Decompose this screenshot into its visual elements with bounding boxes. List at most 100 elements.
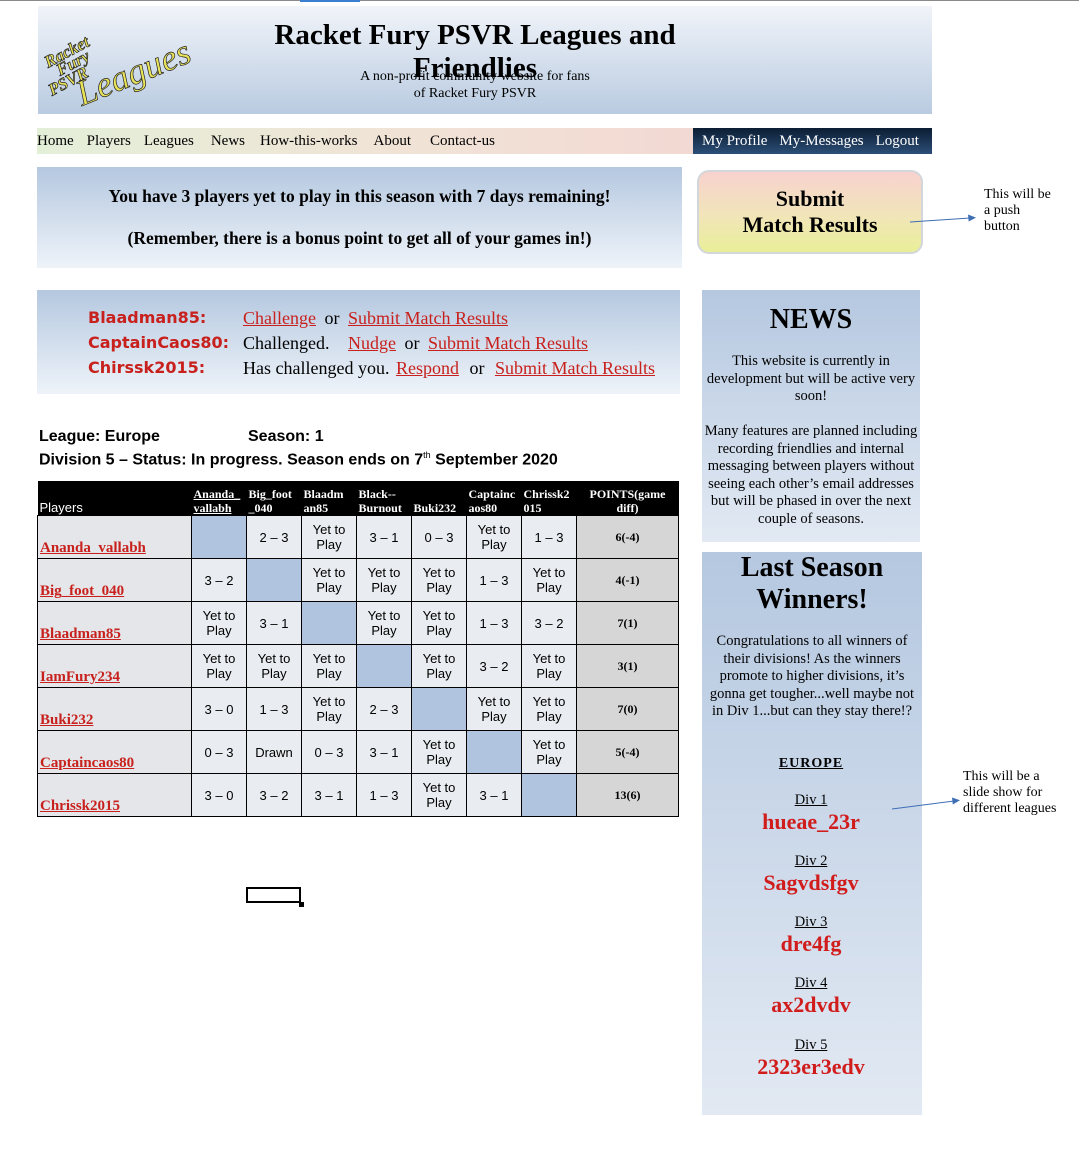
division-status: Division 5 – Status: In progress. Season… bbox=[39, 446, 558, 469]
result-cell: Yet to Play bbox=[521, 687, 577, 731]
player-name-link[interactable]: Ananda_vallabh bbox=[37, 515, 192, 559]
result-cell: Yet to Play bbox=[301, 644, 357, 688]
result-cell: 3 – 1 bbox=[356, 515, 412, 559]
result-cell: Yet to Play bbox=[191, 601, 247, 645]
result-cell: Yet to Play bbox=[356, 601, 412, 645]
division-label: Div 2 bbox=[794, 853, 828, 869]
annotation-slideshow-line1: This will be a bbox=[963, 769, 1040, 784]
result-cell: 3 – 1 bbox=[301, 773, 357, 817]
result-cell: Yet to Play bbox=[246, 644, 302, 688]
news-panel: NEWS This website is currently in develo… bbox=[702, 290, 920, 542]
result-cell: 1 – 3 bbox=[466, 601, 522, 645]
table-row: Blaadman85 Yet to Play 3 – 1 Yet to Play Yet… bbox=[37, 601, 679, 645]
self-match-cell bbox=[191, 515, 247, 559]
news-paragraph: This website is currently in development… bbox=[706, 353, 916, 404]
user-nav: My Profile My-Messages Logout bbox=[693, 128, 932, 154]
column-header: Chrissk2 015 bbox=[521, 481, 577, 516]
challenge-player-name[interactable]: CaptainCaos80: bbox=[88, 333, 229, 352]
division-winner[interactable]: ax2dvdv bbox=[702, 992, 920, 1018]
nav-leagues[interactable]: Leagues bbox=[144, 133, 194, 150]
nav-news[interactable]: News bbox=[211, 133, 245, 150]
table-row: Buki232 3 – 01 – 3 Yet to Play 2 – 3 Yet to … bbox=[37, 687, 679, 731]
challenge-player-name[interactable]: Blaadman85: bbox=[88, 308, 206, 327]
news-paragraph: Many features are planned including reco… bbox=[704, 423, 918, 527]
division-winner[interactable]: 2323er3edv bbox=[702, 1054, 920, 1080]
player-name-link[interactable]: Captaincaos80 bbox=[37, 730, 192, 774]
challenge-player-name[interactable]: Chirssk2015: bbox=[88, 358, 205, 377]
self-match-cell bbox=[356, 644, 412, 688]
result-cell: 0 – 3 bbox=[191, 730, 247, 774]
division-status-text: Division 5 – Status: In progress. Season… bbox=[39, 451, 424, 469]
nudge-link[interactable]: Nudge bbox=[348, 333, 396, 353]
nav-my-profile[interactable]: My Profile bbox=[702, 133, 767, 150]
result-cell: Yet to Play bbox=[301, 687, 357, 731]
respond-link[interactable]: Respond bbox=[396, 358, 459, 378]
result-cell: 2 – 3 bbox=[246, 515, 302, 559]
result-cell: 3 – 0 bbox=[191, 687, 247, 731]
nav-players[interactable]: Players bbox=[87, 133, 131, 150]
player-name-link[interactable]: Blaadman85 bbox=[37, 601, 192, 645]
site-header: Racket Fury PSVR Leagues Racket Fury PSV… bbox=[38, 6, 932, 114]
division-winner[interactable]: hueae_23r bbox=[702, 809, 920, 835]
winners-region[interactable]: EUROPE bbox=[702, 756, 920, 772]
winners-title-line1: Last Season bbox=[740, 552, 884, 583]
notice-line-2: (Remember, there is a bonus point to get… bbox=[127, 228, 592, 248]
column-header-players: Players bbox=[37, 481, 192, 516]
division-label: Div 4 bbox=[794, 975, 828, 991]
submit-match-results-button[interactable]: Submit Match Results bbox=[697, 170, 923, 254]
annotation-push-line2: a push bbox=[984, 203, 1021, 218]
result-cell: Yet to Play bbox=[301, 558, 357, 602]
challenge-row: Challenged. Nudge or Submit Match Result… bbox=[243, 333, 588, 354]
division-label: Div 5 bbox=[794, 1037, 828, 1053]
player-name-link[interactable]: Big_foot_040 bbox=[37, 558, 192, 602]
challenge-row: Challenge or Submit Match Results bbox=[243, 308, 508, 329]
result-cell: Drawn bbox=[246, 730, 302, 774]
result-cell: Yet to Play bbox=[521, 558, 577, 602]
result-cell: Yet to Play bbox=[356, 558, 412, 602]
result-cell: Yet to Play bbox=[521, 730, 577, 774]
submit-match-results-link[interactable]: Submit Match Results bbox=[495, 358, 655, 378]
site-logo[interactable]: Racket Fury PSVR Leagues bbox=[44, 10, 204, 110]
result-cell: Yet to Play bbox=[411, 558, 467, 602]
nav-how-this-works[interactable]: How-this-works bbox=[260, 133, 358, 150]
resize-handle[interactable] bbox=[299, 902, 304, 907]
nav-logout[interactable]: Logout bbox=[876, 133, 919, 150]
column-header: Blaadm an85 bbox=[301, 481, 357, 516]
nav-home[interactable]: Home bbox=[37, 133, 74, 150]
league-label: League: Europe bbox=[39, 428, 160, 445]
points-cell: 3(1) bbox=[576, 644, 679, 688]
result-cell: 3 – 1 bbox=[356, 730, 412, 774]
column-header: Black-- Burnout bbox=[356, 481, 412, 516]
annotation-arrow-icon bbox=[891, 797, 960, 810]
result-cell: 3 – 2 bbox=[521, 601, 577, 645]
challenge-link[interactable]: Challenge bbox=[243, 308, 316, 328]
top-border bbox=[0, 0, 1079, 1]
submit-match-results-link[interactable]: Submit Match Results bbox=[428, 333, 588, 353]
result-cell: Yet to Play bbox=[411, 601, 467, 645]
division-winner[interactable]: dre4fg bbox=[702, 931, 920, 957]
submit-button-line2: Match Results bbox=[742, 212, 878, 237]
nav-contact-us[interactable]: Contact-us bbox=[430, 133, 495, 150]
division-label: Div 1 bbox=[794, 792, 828, 808]
result-cell: 0 – 3 bbox=[411, 515, 467, 559]
result-cell: Yet to Play bbox=[521, 644, 577, 688]
self-match-cell bbox=[301, 601, 357, 645]
challenge-sep: or bbox=[324, 308, 340, 328]
player-name-link[interactable]: Buki232 bbox=[37, 687, 192, 731]
player-name-link[interactable]: Chrissk2015 bbox=[37, 773, 192, 817]
division-label: Div 3 bbox=[794, 914, 828, 930]
site-subtitle-line2: of Racket Fury PSVR bbox=[413, 86, 537, 101]
column-header: Buki232 bbox=[411, 481, 467, 516]
result-cell: 3 – 2 bbox=[466, 644, 522, 688]
self-match-cell bbox=[466, 730, 522, 774]
points-cell: 5(-4) bbox=[576, 730, 679, 774]
submit-match-results-link[interactable]: Submit Match Results bbox=[348, 308, 508, 328]
annotation-slideshow-line2: slide show for bbox=[963, 785, 1043, 800]
nav-my-messages[interactable]: My-Messages bbox=[779, 133, 863, 150]
notice-line-1: You have 3 players yet to play in this s… bbox=[108, 186, 611, 206]
nav-about[interactable]: About bbox=[374, 133, 412, 150]
points-cell: 7(1) bbox=[576, 601, 679, 645]
player-name-link[interactable]: IamFury234 bbox=[37, 644, 192, 688]
winners-title-line2: Winners! bbox=[756, 584, 868, 615]
division-winner[interactable]: Sagvdsfgv bbox=[702, 870, 920, 896]
